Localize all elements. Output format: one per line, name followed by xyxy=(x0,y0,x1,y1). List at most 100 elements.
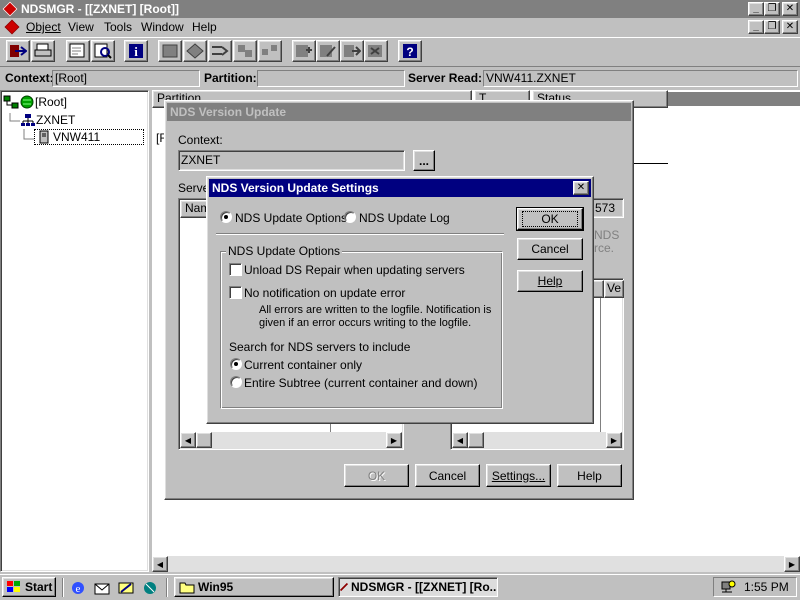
tree-server-item[interactable]: VNW411 xyxy=(22,129,144,145)
vu-help-button[interactable]: Help xyxy=(557,464,622,487)
app-minimize-button[interactable]: _ xyxy=(748,2,764,16)
child-window-icon[interactable] xyxy=(4,19,20,35)
radio-update-log-label[interactable]: NDS Update Log xyxy=(359,211,450,225)
vu-right-scroll-left[interactable]: ◀ xyxy=(452,432,468,448)
svg-text:i: i xyxy=(134,44,138,59)
vu-number-field: 573 xyxy=(592,198,624,218)
radio-entire-subtree[interactable] xyxy=(230,376,242,388)
child-restore-button[interactable]: ❐ xyxy=(764,20,780,34)
child-close-button[interactable]: ✕ xyxy=(782,20,798,34)
tree-org-label: ZXNET xyxy=(36,113,76,127)
scroll-left-arrow[interactable]: ◀ xyxy=(152,556,168,572)
tree-org-item[interactable]: ZXNET xyxy=(8,113,75,127)
print-icon[interactable] xyxy=(31,40,55,62)
unload-ds-repair-checkbox[interactable] xyxy=(229,263,242,276)
scroll-right-arrow[interactable]: ▶ xyxy=(784,556,800,572)
delete-replica-icon[interactable] xyxy=(364,40,388,62)
settings-title: NDS Version Update Settings xyxy=(212,181,379,195)
vu-list-hscrollbar[interactable] xyxy=(180,432,402,448)
radio-update-log[interactable] xyxy=(344,211,356,223)
svg-text:?: ? xyxy=(406,45,413,59)
menu-object[interactable]: Object xyxy=(26,20,61,34)
vu-servers-label: Serve xyxy=(178,181,210,195)
menu-view[interactable]: View xyxy=(68,20,94,34)
no-notification-label[interactable]: No notification on update error xyxy=(244,286,405,300)
unload-ds-repair-label[interactable]: Unload DS Repair when updating servers xyxy=(244,263,465,277)
vu-faded-text-2: rce. xyxy=(594,241,615,255)
settings-separator xyxy=(216,233,504,235)
vu-cancel-button[interactable]: Cancel xyxy=(415,464,480,487)
radio-update-options-label[interactable]: NDS Update Options xyxy=(235,211,347,225)
radio-current-container[interactable] xyxy=(230,358,242,370)
info-icon[interactable]: i xyxy=(124,40,148,62)
windows-logo-icon xyxy=(7,581,20,592)
notification-note-line2: given if an error occurs writing to the … xyxy=(259,317,472,329)
tree-root-item[interactable]: [Root] xyxy=(3,95,67,109)
settings-title-bar: NDS Version Update Settings xyxy=(209,179,591,197)
tree-root-label: [Root] xyxy=(35,95,68,109)
no-notification-checkbox[interactable] xyxy=(229,286,242,299)
server-icon xyxy=(39,130,49,144)
vu-list-scroll-right[interactable]: ▶ xyxy=(386,432,402,448)
menu-window[interactable]: Window xyxy=(141,20,184,34)
notification-note-line1: All errors are written to the logfile. N… xyxy=(259,304,492,316)
settings-ok-button[interactable]: OK xyxy=(516,207,584,231)
add-replica-icon[interactable] xyxy=(292,40,316,62)
vu-browse-button[interactable]: ... xyxy=(413,150,435,171)
menu-tools[interactable]: Tools xyxy=(104,20,132,34)
internet-explorer-icon[interactable]: e xyxy=(70,580,86,596)
app-restore-button[interactable]: ❐ xyxy=(764,2,780,16)
exit-icon[interactable] xyxy=(6,40,30,62)
show-desktop-icon[interactable] xyxy=(118,580,134,596)
vu-ok-button[interactable]: OK xyxy=(344,464,409,487)
vu-right-list-header[interactable]: Ve xyxy=(604,280,624,298)
partition-label: Partition: xyxy=(204,71,257,85)
vu-right-scroll-right[interactable]: ▶ xyxy=(606,432,622,448)
vu-faded-text-1: NDS xyxy=(594,228,620,242)
app-close-button[interactable]: ✕ xyxy=(782,2,798,16)
search-icon[interactable] xyxy=(91,40,115,62)
merge-partition-icon[interactable] xyxy=(208,40,232,62)
create-partition-icon[interactable] xyxy=(183,40,207,62)
radio-entire-subtree-label[interactable]: Entire Subtree (current container and do… xyxy=(244,376,477,390)
help-icon[interactable]: ? xyxy=(398,40,422,62)
context-value-field: [Root] xyxy=(52,70,200,87)
tree-structure-icon xyxy=(3,95,19,109)
menu-help[interactable]: Help xyxy=(192,20,217,34)
clock[interactable]: 1:55 PM xyxy=(744,580,789,594)
radio-current-container-label[interactable]: Current container only xyxy=(244,358,362,372)
vu-list-scroll-left[interactable]: ◀ xyxy=(180,432,196,448)
taskbar-win95-button[interactable]: Win95 xyxy=(174,577,334,597)
tree-server-label: VNW411 xyxy=(53,130,101,144)
background-hscrollbar[interactable] xyxy=(152,556,800,572)
settings-cancel-button[interactable]: Cancel xyxy=(517,238,583,260)
settings-help-button[interactable]: Help xyxy=(517,270,583,292)
vu-settings-button[interactable]: Settings... xyxy=(486,464,551,487)
vu-right-scroll-thumb[interactable] xyxy=(468,432,484,448)
tree-connector-icon xyxy=(23,129,34,140)
browse-icon[interactable] xyxy=(66,40,90,62)
child-minimize-button[interactable]: _ xyxy=(748,20,764,34)
tree-pane xyxy=(0,90,149,572)
channels-icon[interactable] xyxy=(142,580,158,596)
edit-replica-icon[interactable] xyxy=(316,40,340,62)
move-partition-icon[interactable] xyxy=(233,40,257,62)
taskbar-ndsmgr-button[interactable]: NDSMGR - [[ZXNET] [Ro... xyxy=(338,577,498,597)
settings-close-button[interactable]: ✕ xyxy=(573,181,589,195)
vu-list-scroll-thumb[interactable] xyxy=(196,432,212,448)
radio-update-options[interactable] xyxy=(220,211,232,223)
ndsmgr-task-icon xyxy=(340,583,348,591)
server-read-value: VNW411.ZXNET xyxy=(486,71,576,85)
partition-value-field xyxy=(257,70,405,87)
partition-view-icon[interactable] xyxy=(158,40,182,62)
outlook-express-icon[interactable] xyxy=(94,580,110,596)
server-read-field: VNW411.ZXNET xyxy=(483,70,798,87)
app-icon[interactable] xyxy=(2,1,18,17)
tray-network-icon[interactable] xyxy=(720,579,736,595)
send-updates-icon[interactable] xyxy=(340,40,364,62)
context-value: [Root] xyxy=(55,71,88,85)
server-read-label: Server Read: xyxy=(408,71,483,85)
vu-context-field[interactable]: ZXNET xyxy=(178,150,405,171)
start-button[interactable]: Start xyxy=(2,577,56,597)
abort-operation-icon[interactable] xyxy=(258,40,282,62)
